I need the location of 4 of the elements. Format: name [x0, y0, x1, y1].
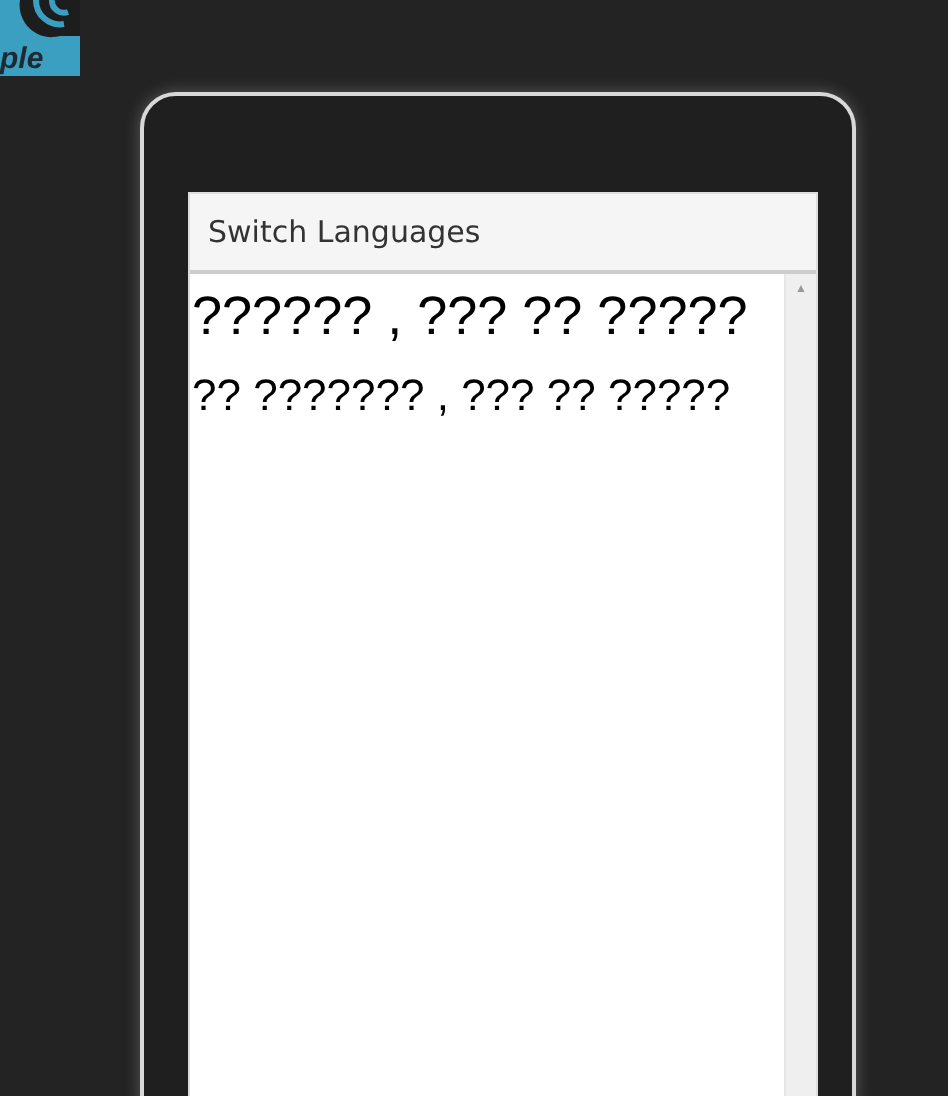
text-line: ?? ??????? , ??? ?? ????? — [192, 368, 733, 424]
window-title: Switch Languages — [208, 214, 481, 250]
text-line: ?????? , ??? ?? ????? — [192, 284, 750, 350]
logo-text: ple — [0, 44, 44, 76]
